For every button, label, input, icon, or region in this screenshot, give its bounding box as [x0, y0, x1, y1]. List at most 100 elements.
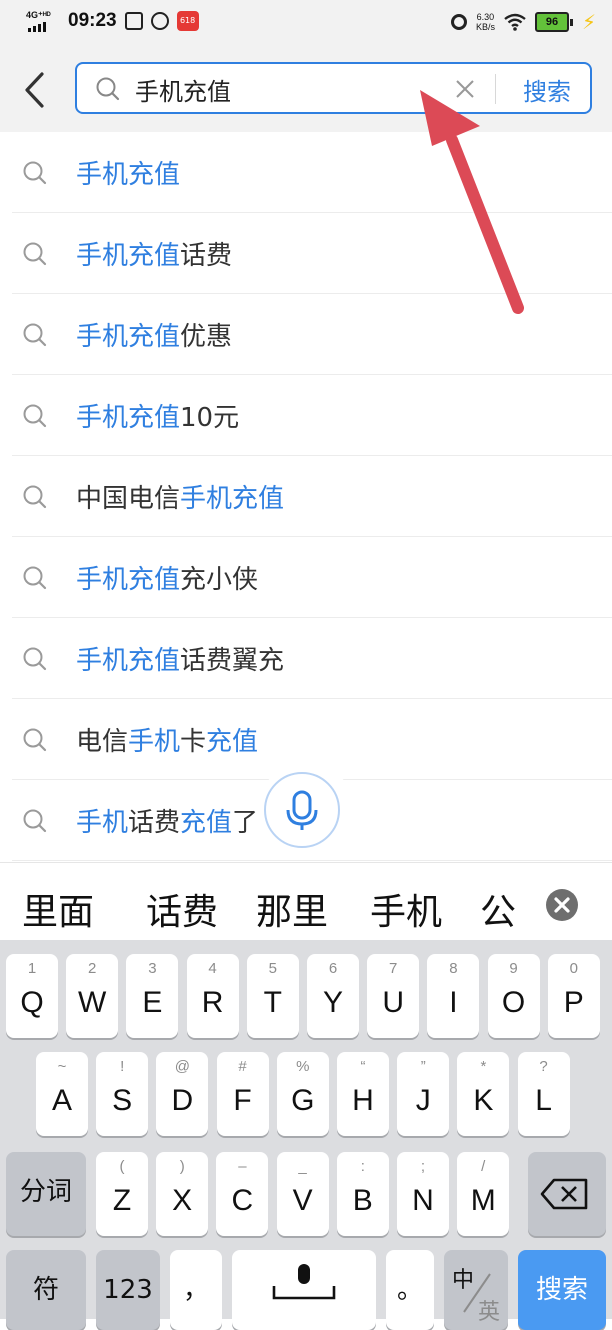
key-c[interactable]: – C [216, 1152, 269, 1236]
search-icon [23, 404, 47, 428]
key-q[interactable]: 1Q [6, 954, 58, 1038]
key-letter: L [535, 1084, 552, 1117]
suggestion-highlight: 手机充值 [76, 565, 181, 595]
suggestion-text: 中国电信手机充值 [76, 478, 284, 515]
suggestion-item[interactable]: 手机充值话费翼充 [12, 618, 612, 699]
signal-icon: 4G⁺ᴴᴰ [26, 10, 60, 32]
key-u[interactable]: 7U [367, 954, 420, 1038]
key-z[interactable]: (Z [96, 1152, 148, 1236]
voice-space-icon [272, 1264, 336, 1300]
key-l[interactable]: ? L [517, 1052, 570, 1136]
shopping-app-icon: 618 [176, 11, 199, 31]
key-letter: H [352, 1084, 374, 1117]
suggestion-segment: 10元 [180, 403, 240, 433]
key-letter: Q [20, 986, 44, 1019]
suggestion-text: 电信手机卡充值 [76, 721, 258, 758]
key-secondary-label: 6 [328, 960, 338, 977]
key-secondary-label: 9 [509, 960, 518, 977]
search-icon [23, 485, 47, 509]
language-switch-key[interactable]: 中 英 [444, 1250, 508, 1330]
search-icon [23, 566, 47, 590]
candidate-word[interactable]: 公 [480, 883, 516, 935]
key-r[interactable]: 4R [186, 954, 239, 1038]
key-e[interactable]: 3E [126, 954, 179, 1038]
annotation-arrow [420, 90, 524, 314]
candidate-word[interactable]: 手机 [370, 883, 442, 935]
battery-icon: 96 [534, 12, 573, 32]
key-o[interactable]: 9O [487, 954, 540, 1038]
key-p[interactable]: 0P [547, 954, 600, 1038]
alarm-icon [450, 14, 467, 30]
suggestion-highlight: 充值 [206, 727, 259, 757]
search-icon [23, 323, 47, 347]
key-secondary-label: ) [179, 1158, 185, 1175]
number-key-label: 123 [103, 1275, 153, 1305]
key-letter: U [382, 986, 405, 1019]
period-key[interactable]: 。 [386, 1250, 434, 1330]
key-k[interactable]: * K [457, 1052, 510, 1136]
key-d[interactable]: @ D [156, 1052, 209, 1136]
suggestion-highlight: 手机充值 [76, 241, 181, 271]
number-key[interactable]: 123 [96, 1250, 160, 1330]
key-w[interactable]: 2W [66, 954, 119, 1038]
key-letter: T [263, 986, 282, 1019]
key-m[interactable]: / M [457, 1152, 510, 1236]
backspace-key[interactable] [528, 1152, 606, 1236]
network-speed: 6.30 KB/s [476, 12, 495, 32]
close-candidates-button[interactable] [546, 889, 578, 921]
key-b[interactable]: :B [336, 1152, 389, 1236]
key-v[interactable]: _ V [276, 1152, 329, 1236]
key-secondary-label: @ [174, 1058, 190, 1075]
suggestion-segment: 充小侠 [180, 565, 259, 595]
search-icon [23, 242, 47, 266]
key-secondary-label: 0 [569, 960, 578, 977]
key-letter: A [51, 1084, 72, 1117]
suggestion-highlight: 手机 [128, 727, 181, 757]
voice-input-button[interactable] [264, 772, 340, 848]
comma-key[interactable]: ， [170, 1250, 222, 1330]
back-icon[interactable] [18, 70, 52, 110]
candidate-bar: 里面 话费 那里 手机 公 [0, 862, 612, 941]
space-key[interactable] [232, 1250, 376, 1330]
key-h[interactable]: “H [337, 1052, 389, 1136]
network-type: 4G⁺ᴴᴰ [26, 10, 51, 20]
candidate-word[interactable]: 话费 [146, 883, 218, 935]
search-icon [23, 647, 47, 671]
key-secondary-label: / [481, 1158, 486, 1175]
status-bar: 4G⁺ᴴᴰ 09:23 618 6.30 KB/s 96 ⚡ [0, 0, 612, 48]
key-letter: Y [322, 986, 343, 1019]
enter-search-key[interactable]: 搜索 [518, 1250, 606, 1330]
comma-key-label: ， [182, 1275, 209, 1305]
key-letter: C [231, 1184, 254, 1217]
suggestion-text: 手机充值 [76, 154, 180, 191]
key-s[interactable]: ! S [96, 1052, 149, 1136]
key-y[interactable]: 6Y [307, 954, 359, 1038]
key-letter: R [201, 986, 224, 1019]
suggestion-text: 手机充值充小侠 [76, 559, 258, 596]
speed-value: 6.30 [476, 12, 495, 22]
enter-key-label: 搜索 [535, 1275, 588, 1305]
key-letter: X [172, 1184, 193, 1217]
suggestion-text: 手机充值话费翼充 [76, 640, 284, 677]
candidate-word[interactable]: 里面 [22, 883, 94, 935]
key-letter: P [563, 986, 584, 1019]
segment-key[interactable]: 分词 [6, 1152, 86, 1236]
key-letter: S [112, 1084, 133, 1117]
suggestion-segment: 电信 [76, 727, 129, 757]
search-icon [23, 809, 47, 833]
suggestion-item[interactable]: 手机充值充小侠 [12, 537, 612, 618]
key-x[interactable]: ) X [156, 1152, 209, 1236]
suggestion-item[interactable]: 中国电信手机充值 [12, 456, 612, 537]
key-g[interactable]: % G [276, 1052, 329, 1136]
key-n[interactable]: ; N [397, 1152, 449, 1236]
candidate-word[interactable]: 那里 [256, 883, 328, 935]
key-j[interactable]: ” J [397, 1052, 450, 1136]
key-t[interactable]: 5T [246, 954, 299, 1038]
suggestion-item[interactable]: 手机充值10元 [12, 375, 612, 456]
suggestion-segment: 话费翼充 [180, 646, 285, 676]
symbol-key[interactable]: 符 [6, 1250, 86, 1330]
key-i[interactable]: 8I [427, 954, 480, 1038]
key-a[interactable]: ~ A [36, 1052, 88, 1136]
search-icon [23, 161, 47, 185]
key-f[interactable]: # F [216, 1052, 269, 1136]
